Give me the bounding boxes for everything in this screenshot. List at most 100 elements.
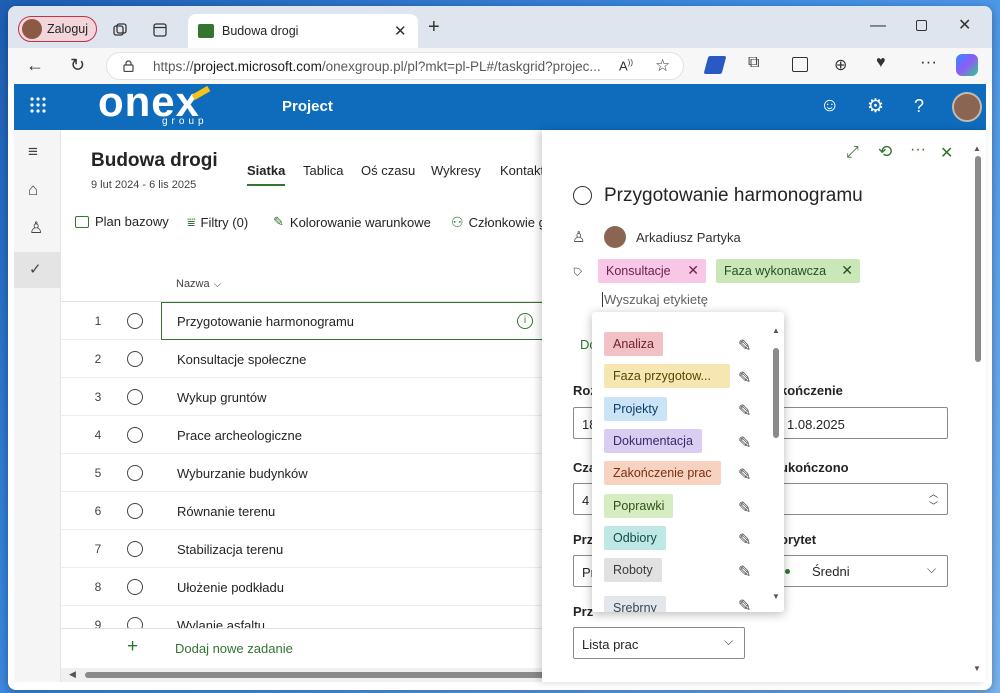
more-icon[interactable]: ···: [910, 141, 926, 159]
url-field[interactable]: https://project.microsoft.com/onexgroup.…: [106, 52, 684, 80]
info-icon[interactable]: i: [517, 313, 533, 329]
tag-option-poprawki[interactable]: Poprawki: [604, 494, 674, 518]
complete-circle-icon[interactable]: [127, 541, 143, 557]
table-row[interactable]: 9 Wylanie asfaltu: [61, 606, 542, 628]
complete-circle-icon[interactable]: [127, 351, 143, 367]
edit-pencil-icon[interactable]: ✎: [738, 465, 754, 484]
feedback-smiley-icon[interactable]: ☺: [820, 95, 839, 117]
table-row[interactable]: 6 Równanie terenu: [61, 492, 542, 530]
tag-option-dokumentacja[interactable]: Dokumentacja: [604, 429, 702, 453]
split-screen-icon[interactable]: [792, 57, 808, 72]
settings-gear-icon[interactable]: ⚙: [867, 95, 884, 118]
puzzle-extensions-icon[interactable]: ⧉: [748, 54, 759, 72]
tab-contacts[interactable]: Kontakty: [500, 163, 542, 178]
close-window-icon[interactable]: ✕: [958, 15, 971, 35]
complete-circle-icon[interactable]: [127, 313, 143, 329]
back-icon[interactable]: ←: [26, 55, 44, 76]
tag-option-srebrny[interactable]: Srebrny: [604, 596, 666, 612]
complete-circle-icon[interactable]: [127, 427, 143, 443]
edit-pencil-icon[interactable]: ✎: [738, 596, 754, 612]
table-row[interactable]: 8 Ułożenie podkładu: [61, 568, 542, 606]
more-options-icon[interactable]: ···: [920, 52, 937, 72]
tab-grid[interactable]: Siatka: [247, 163, 285, 178]
edit-pencil-icon[interactable]: ✎: [738, 530, 754, 549]
baseline-button[interactable]: Plan bazowy: [75, 214, 169, 229]
tab-budowa-drogi[interactable]: Budowa drogi ✕: [188, 14, 418, 48]
table-row[interactable]: 2 Konsultacje społeczne: [61, 340, 542, 378]
minimize-icon[interactable]: —: [870, 17, 886, 35]
scroll-down-icon[interactable]: ▼: [772, 592, 780, 601]
scroll-up-icon[interactable]: ▲: [973, 144, 981, 153]
home-icon[interactable]: ⌂: [28, 180, 38, 200]
filters-button[interactable]: ⩸ Filtry (0): [187, 214, 248, 231]
favorite-star-icon[interactable]: ☆: [655, 56, 670, 76]
tag-option-roboty[interactable]: Roboty: [604, 558, 662, 582]
read-aloud-icon[interactable]: A)): [619, 58, 633, 73]
extension-icon[interactable]: [703, 56, 727, 74]
add-collection-icon[interactable]: ⊕: [834, 55, 847, 75]
table-row[interactable]: 3 Wykup gruntów: [61, 378, 542, 416]
edit-pencil-icon[interactable]: ✎: [738, 368, 754, 387]
percent-complete-stepper[interactable]: ︿ ﹀: [778, 483, 948, 515]
edit-pencil-icon[interactable]: ✎: [738, 336, 754, 355]
complete-circle-icon[interactable]: [127, 389, 143, 405]
scroll-left-icon[interactable]: ◀: [69, 669, 76, 680]
tag-search-input[interactable]: Wyszukaj etykietę: [602, 292, 822, 312]
table-row[interactable]: 4 Prace archeologiczne: [61, 416, 542, 454]
expand-icon[interactable]: ⤢: [846, 144, 859, 162]
tag-chip-faza-wykonawcza[interactable]: Faza wykonawcza ✕: [716, 259, 860, 283]
dropdown-scrollbar-thumb[interactable]: [773, 348, 779, 438]
tag-chip-konsultacje[interactable]: Konsultacje ✕: [598, 259, 706, 283]
tag-option-projekty[interactable]: Projekty: [604, 397, 668, 421]
menu-hamburger-icon[interactable]: ≡: [28, 142, 38, 162]
members-button[interactable]: ⚇ Członkowie g: [451, 214, 542, 231]
panel-scrollbar-thumb[interactable]: [975, 156, 981, 362]
complete-circle-icon[interactable]: [127, 617, 143, 628]
edit-pencil-icon[interactable]: ✎: [738, 401, 754, 420]
complete-circle-icon[interactable]: [127, 503, 143, 519]
profile-button[interactable]: Zaloguj: [18, 16, 97, 42]
complete-circle-icon[interactable]: [127, 465, 143, 481]
table-row[interactable]: 7 Stabilizacja terenu: [61, 530, 542, 568]
history-icon[interactable]: ⟲: [878, 142, 892, 162]
priority-select[interactable]: Średni ⌵: [778, 555, 948, 587]
scroll-down-icon[interactable]: ▼: [973, 664, 981, 673]
collections-icon[interactable]: [108, 18, 132, 42]
tab-board[interactable]: Tablica: [303, 163, 343, 178]
close-panel-icon[interactable]: ✕: [940, 143, 953, 163]
copilot-icon[interactable]: [956, 54, 978, 76]
task-title[interactable]: Przygotowanie harmonogramu: [604, 185, 863, 207]
user-avatar[interactable]: [952, 92, 982, 122]
add-task-row[interactable]: + Dodaj nowe zadanie: [61, 628, 542, 666]
table-row[interactable]: 5 Wyburzanie budynków: [61, 454, 542, 492]
maximize-icon[interactable]: [916, 20, 927, 31]
complete-task-circle-icon[interactable]: [573, 186, 592, 205]
browser-essentials-icon[interactable]: ♥: [876, 54, 886, 72]
table-row[interactable]: 1 Przygotowanie harmonogramu i: [61, 302, 542, 340]
tag-option-odbiory[interactable]: Odbiory: [604, 526, 666, 550]
tab-actions-icon[interactable]: [148, 18, 172, 42]
panel-vertical-scrollbar[interactable]: ▲ ▼: [972, 144, 984, 676]
horizontal-scrollbar[interactable]: ◀: [61, 668, 542, 682]
column-header-name[interactable]: Nazwa ⌵: [176, 278, 221, 290]
stepper-down-icon[interactable]: ﹀: [929, 499, 938, 512]
person-icon[interactable]: ♙: [29, 218, 43, 238]
close-tab-icon[interactable]: ✕: [394, 22, 407, 40]
my-tasks-check-button[interactable]: ✓: [14, 252, 61, 288]
app-launcher-icon[interactable]: [29, 96, 47, 114]
new-tab-icon[interactable]: +: [428, 16, 440, 39]
end-date-field[interactable]: 1.08.2025: [778, 407, 948, 439]
help-icon[interactable]: ?: [914, 96, 924, 117]
tag-option-analiza[interactable]: Analiza: [604, 332, 663, 356]
tag-option-faza-przygotowawcza[interactable]: Faza przygotow...: [604, 364, 730, 388]
tab-charts[interactable]: Wykresy: [431, 163, 481, 178]
edit-pencil-icon[interactable]: ✎: [738, 562, 754, 581]
tag-option-zakonczenie-prac[interactable]: Zakończenie prac: [604, 461, 721, 485]
conditional-coloring-button[interactable]: ✎ Kolorowanie warunkowe: [273, 214, 431, 230]
scroll-up-icon[interactable]: ▲: [772, 326, 780, 335]
bucket-select[interactable]: Lista prac ⌵: [573, 627, 745, 659]
refresh-icon[interactable]: ↻: [70, 55, 85, 76]
edit-pencil-icon[interactable]: ✎: [738, 433, 754, 452]
assignee-name[interactable]: Arkadiusz Partyka: [636, 230, 741, 245]
scrollbar-thumb[interactable]: [85, 672, 542, 678]
